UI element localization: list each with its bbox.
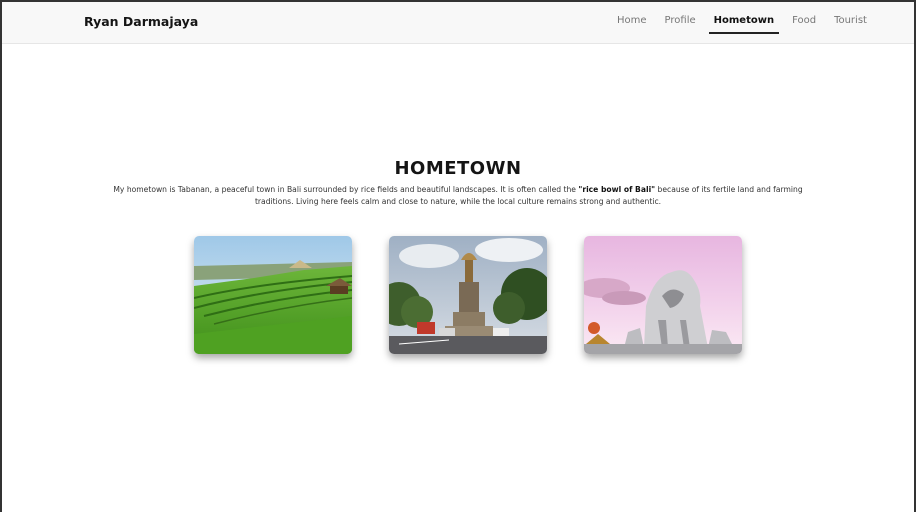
brand-logo[interactable]: Ryan Darmajaya [84,14,198,29]
hometown-description: My hometown is Tabanan, a peaceful town … [108,184,808,208]
nav-item-hometown[interactable]: Hometown [705,15,783,34]
description-highlight: "rice bowl of Bali" [578,185,656,194]
tabanan-monument-photo[interactable] [389,236,547,354]
nav-item-tourist[interactable]: Tourist [825,15,876,26]
description-text-1: My hometown is Tabanan, a peaceful town … [113,185,579,194]
nav-menu: Home Profile Hometown Food Tourist [608,15,876,34]
photo-gallery [0,236,916,356]
nav-item-profile[interactable]: Profile [656,15,705,26]
rice-terrace-photo[interactable] [194,236,352,354]
page-title: HOMETOWN [394,158,522,179]
navbar: Ryan Darmajaya Home Profile Hometown Foo… [2,2,914,44]
nav-item-food[interactable]: Food [783,15,825,26]
temple-statue-photo[interactable] [584,236,742,354]
nav-item-home[interactable]: Home [608,15,656,26]
